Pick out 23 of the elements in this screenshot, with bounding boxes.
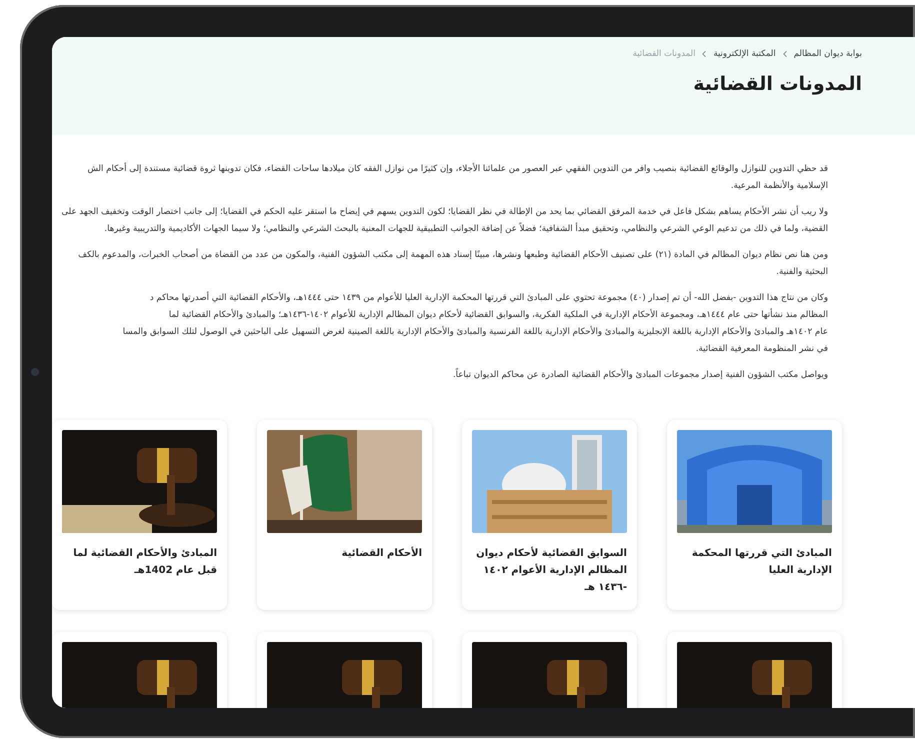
paragraph-line: قد حظي التدوين للنوازل والوقائع القضائية بنصيب وافر من التدوين الفقهي عبر العصور من علمائنا الأجلاء، وإن كثيرًا من نوازل الفقه كان ميلادها ساحات القضاء، فكان تدوينها ثروة قضائية مستندة إلى أحكام الش [86, 162, 829, 176]
paragraph-line: الإسلامية والأنظمة المرعية. [730, 178, 829, 193]
paragraph-line: ويواصل مكتب الشؤون الفنية إصدار مجموعات المبادئ والأحكام القضائية الصادرة عن محاكم الديوان تباعاً. [452, 367, 829, 382]
page-title: المدونات القضائية [692, 73, 862, 95]
publication-card[interactable]: المبادئ التي قررتها المحكمة الإدارية العليا [667, 420, 842, 610]
camera-dot [31, 368, 39, 376]
card-title: الأحكام القضائية [340, 546, 422, 561]
paragraph-line: القضية، ولما في ذلك من تدعيم الوعي الشرعي والنظامي، وتحقيق مبدأ الشفافية؛ فضلاً عن إضافة الجوانب التطبيقية للجهات المعنية بالبحث الشرعي والنظامي؛ ولا سيما الجهات الأكاديمية والتدريبية وغيرها. [103, 222, 829, 236]
publication-card[interactable]: المبادئ والأحكام القضائية لما قبل عام 1402هـ [52, 420, 227, 610]
publication-card[interactable]: الأحكام القضائية [257, 420, 432, 610]
card-title: السوابق القضائية لأحكام ديوان المظالم الإدارية الأعوام ١٤٠٢ -١٤٣٦ هـ [475, 546, 627, 595]
paragraph-line: البحثية والفنية. [775, 266, 829, 279]
paragraph-line: المظالم منذ نشأتها حتى عام ١٤٤٤هـ، ومجموعة الأحكام الإدارية في الملكية الفكرية، والسوابق القضائية لأحكام ديوان المظالم الإدارية للأعوام ١٤٠٢-١٤٣٦هـ؛ والمبادئ والأحكام القضائية لما [168, 307, 829, 322]
paragraph-line: ومن هنا نص نظام ديوان المظالم في المادة (٢١) على تصنيف الأحكام القضائية وطبعها ونشرها، مبينًا إسناد هذه المهمة إلى مكتب الشؤون الفنية، والمكون من عدد من القضاة من أصحاب الخبرات، والمدعوم بالكف [77, 248, 829, 262]
paragraph-line: ولا ريب أن نشر الأحكام يساهم بشكل فاعل في خدمة المرفق القضائي بما يحد من الإطالة في نظر القضايا؛ لكون التدوين يسهم في إيضاح ما استقر عليه الحكم في القضايا؛ إلى جانب اختصار الوقت وتخفيف الجهد على [60, 204, 829, 219]
paragraph-line: وكان من نتاج هذا التدوين -بفضل الله- أن تم إصدار (٤٠) مجموعة تحتوي على المبادئ التي قررتها المحكمة الإدارية العليا للأعوام من ١٤٣٩ حتى ١٤٤٤هـ، والأحكام القضائية التي أصدرتها محاكم د [148, 290, 829, 305]
publication-card[interactable]: السوابق القضائية لأحكام ديوان المظالم الإدارية الأعوام ١٤٠٢ -١٤٣٦ هـ [462, 420, 637, 610]
paragraph-line: في نشر المنظومة المعرفية القضائية. [694, 343, 829, 356]
breadcrumb-link[interactable]: المكتبة الإلكترونية [713, 49, 776, 59]
card-title: المبادئ التي قررتها المحكمة الإدارية العليا [690, 547, 832, 578]
paragraph-line: عام ١٤٠٢هـ والمبادئ والأحكام الإدارية باللغة الإنجليزية والمبادئ والأحكام الإدارية باللغة الفرنسية والمبادئ والأحكام الإدارية باللغة الصينية لغرض التسهيل على الباحثين في الوصول لتلك السوابق والمسا [122, 324, 829, 339]
card-title: المبادئ والأحكام القضائية لما قبل عام 1402هـ [72, 546, 217, 578]
breadcrumb-link[interactable]: بوابة ديوان المظالم [794, 49, 862, 59]
